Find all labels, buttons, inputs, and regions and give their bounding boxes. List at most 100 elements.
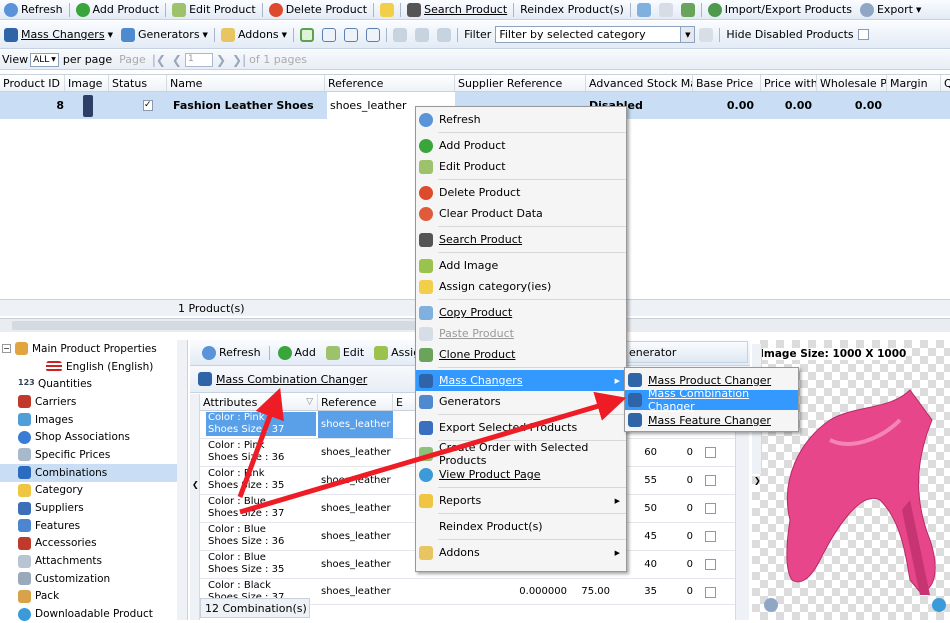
tree-item-quantities[interactable]: 123 Quantities bbox=[0, 375, 187, 393]
column-header[interactable]: Advanced Stock Manage bbox=[589, 77, 692, 90]
tree-item-customization[interactable]: Customization bbox=[0, 570, 187, 588]
combination-checkbox[interactable] bbox=[705, 559, 716, 570]
submenu-item-mass-combination[interactable]: Mass Combination Changer bbox=[625, 387, 798, 413]
settings-button[interactable] bbox=[389, 21, 411, 48]
menu-item-view-page[interactable]: View Product Page bbox=[416, 464, 626, 485]
combination-checkbox[interactable] bbox=[705, 503, 716, 514]
sort-button-2[interactable] bbox=[433, 21, 455, 48]
combo-add-button[interactable]: Add bbox=[274, 340, 320, 365]
page-input[interactable]: 1 bbox=[184, 52, 213, 67]
hide-disabled-checkbox[interactable] bbox=[857, 29, 869, 40]
column-header[interactable]: Attributes bbox=[203, 396, 257, 409]
menu-item-refresh[interactable]: Refresh bbox=[416, 109, 626, 130]
column-header[interactable]: E bbox=[396, 396, 403, 409]
column-header[interactable]: Price with Ta bbox=[764, 77, 816, 90]
mass-changers-menu[interactable]: Mass Changers ▼ bbox=[0, 21, 117, 48]
tree-item-attachments[interactable]: Attachments bbox=[0, 552, 187, 570]
first-page-icon[interactable]: |❮ bbox=[149, 53, 169, 67]
clone-button[interactable] bbox=[677, 0, 699, 19]
menu-item-reports[interactable]: Reports ▶ bbox=[416, 490, 626, 511]
combo-refresh-button[interactable]: Refresh bbox=[198, 340, 265, 365]
reference-cell[interactable]: shoes_leather bbox=[318, 523, 393, 550]
paste-button[interactable] bbox=[655, 0, 677, 19]
last-page-icon[interactable]: ❯| bbox=[229, 53, 249, 67]
edit-product-button[interactable]: Edit Product bbox=[168, 0, 260, 19]
reference-cell[interactable]: shoes_leather bbox=[318, 579, 393, 604]
combination-checkbox[interactable] bbox=[705, 475, 716, 486]
filter-icon[interactable] bbox=[699, 27, 714, 42]
tab-generator[interactable]: enerator bbox=[626, 341, 748, 363]
add-product-button[interactable]: Add Product bbox=[72, 0, 164, 19]
layout-button-4[interactable] bbox=[362, 21, 384, 48]
tree-item-pack[interactable]: Pack bbox=[0, 588, 187, 606]
reference-cell[interactable]: shoes_leather bbox=[318, 495, 393, 522]
view-select[interactable]: ALL ▼ bbox=[30, 52, 59, 67]
layout-button-1[interactable] bbox=[296, 21, 318, 48]
mass-combination-changer-button[interactable]: Mass Combination Changer bbox=[216, 373, 367, 386]
tree-item-accessories[interactable]: Accessories bbox=[0, 535, 187, 553]
tree-item-category[interactable]: Category bbox=[0, 482, 187, 500]
combination-checkbox[interactable] bbox=[705, 531, 716, 542]
column-header[interactable]: Base Price bbox=[696, 77, 753, 90]
column-header[interactable]: Wholesale P bbox=[820, 77, 886, 90]
status-checkbox[interactable]: ✓ bbox=[140, 92, 154, 119]
generators-menu[interactable]: Generators ▼ bbox=[117, 21, 212, 48]
combinations-collapse-handle[interactable]: ❮ bbox=[190, 394, 200, 620]
tree-item-specific-prices[interactable]: Specific Prices bbox=[0, 446, 187, 464]
menu-item-edit-product[interactable]: Edit Product bbox=[416, 156, 626, 177]
refresh-icon[interactable] bbox=[932, 598, 946, 612]
sort-button[interactable] bbox=[411, 21, 433, 48]
delete-product-button[interactable]: Delete Product bbox=[265, 0, 371, 19]
filter-select[interactable]: Filter by selected category ▼ bbox=[495, 26, 696, 43]
menu-item-delete-product[interactable]: Delete Product bbox=[416, 182, 626, 203]
column-header[interactable]: Reference bbox=[328, 77, 383, 90]
copy-button[interactable] bbox=[633, 0, 655, 19]
tree-item-downloadable[interactable]: Downloadable Product bbox=[0, 605, 187, 623]
layout-button-3[interactable] bbox=[340, 21, 362, 48]
submenu-item-mass-feature[interactable]: Mass Feature Changer bbox=[625, 410, 798, 430]
reference-cell[interactable]: shoes_leather bbox=[318, 411, 393, 438]
column-header[interactable]: Product ID bbox=[3, 77, 60, 90]
reference-cell[interactable]: shoes_leather bbox=[318, 439, 393, 466]
menu-item-add-product[interactable]: Add Product bbox=[416, 135, 626, 156]
zoom-icon[interactable] bbox=[764, 598, 778, 612]
menu-item-add-image[interactable]: Add Image bbox=[416, 255, 626, 276]
prev-page-icon[interactable]: ❮ bbox=[169, 53, 185, 67]
tree-item-combinations[interactable]: Combinations bbox=[0, 463, 187, 482]
menu-item-clone[interactable]: Clone Product bbox=[416, 344, 626, 365]
tree-item-features[interactable]: Features bbox=[0, 517, 187, 535]
menu-item-reindex[interactable]: Reindex Product(s) bbox=[416, 516, 626, 537]
tree-item-main[interactable]: − Main Product Properties bbox=[0, 340, 187, 358]
column-header[interactable]: Margin bbox=[890, 77, 928, 90]
column-header[interactable]: Supplier Reference bbox=[458, 77, 562, 90]
tree-item-shops[interactable]: Shop Associations bbox=[0, 428, 187, 446]
combination-checkbox[interactable] bbox=[705, 447, 716, 458]
column-header[interactable]: Image bbox=[68, 77, 102, 90]
tree-item-suppliers[interactable]: Suppliers bbox=[0, 499, 187, 517]
layout-button-2[interactable] bbox=[318, 21, 340, 48]
collapse-icon[interactable]: − bbox=[2, 344, 11, 354]
filter-icon[interactable]: ▽ bbox=[306, 397, 313, 407]
combination-checkbox[interactable] bbox=[705, 587, 716, 598]
menu-item-copy[interactable]: Copy Product bbox=[416, 302, 626, 323]
refresh-button[interactable]: Refresh bbox=[0, 0, 67, 19]
menu-item-generators[interactable]: Generators ▶ bbox=[416, 391, 626, 412]
import-export-button[interactable]: Import/Export Products bbox=[704, 0, 856, 19]
reindex-button[interactable]: Reindex Product(s) bbox=[516, 0, 628, 19]
export-button[interactable]: Export ▼ bbox=[856, 0, 925, 19]
tree-item-carriers[interactable]: Carriers bbox=[0, 393, 187, 411]
menu-item-paste[interactable]: Paste Product bbox=[416, 323, 626, 344]
assign-category-button[interactable] bbox=[376, 0, 398, 19]
combo-edit-button[interactable]: Edit bbox=[322, 340, 368, 365]
reference-cell[interactable]: shoes_leather bbox=[318, 551, 393, 578]
tree-item-images[interactable]: Images bbox=[0, 411, 187, 429]
menu-item-create-order[interactable]: Create Order with Selected Products bbox=[416, 441, 626, 467]
column-header[interactable]: Name bbox=[170, 77, 202, 90]
menu-item-search[interactable]: Search Product bbox=[416, 229, 626, 250]
menu-item-mass-changers[interactable]: Mass Changers ▶ bbox=[416, 370, 626, 391]
search-product-button[interactable]: Search Product bbox=[403, 0, 511, 19]
tree-scrollbar[interactable] bbox=[177, 340, 187, 620]
menu-item-assign-category[interactable]: Assign category(ies) bbox=[416, 276, 626, 297]
menu-item-export-selected[interactable]: Export Selected Products bbox=[416, 417, 626, 438]
menu-item-addons[interactable]: Addons ▶ bbox=[416, 542, 626, 563]
